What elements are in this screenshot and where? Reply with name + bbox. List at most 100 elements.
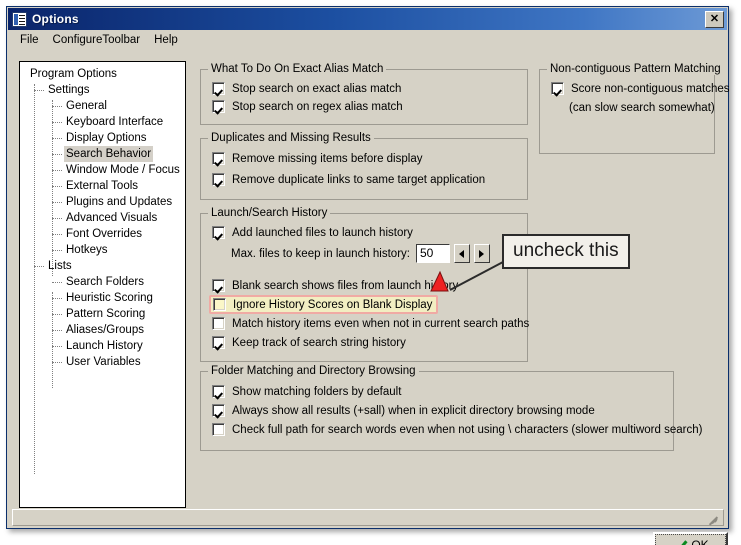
- tree-item-plugins-and-updates[interactable]: Plugins and Updates: [20, 194, 185, 210]
- tree-item-search-folders[interactable]: Search Folders: [20, 274, 185, 290]
- checkbox-icon[interactable]: [212, 82, 225, 95]
- tree-item-keyboard-interface[interactable]: Keyboard Interface: [20, 114, 185, 130]
- checkbox-label: Check full path for search words even wh…: [232, 423, 703, 436]
- tree-item-external-tools[interactable]: External Tools: [20, 178, 185, 194]
- tree-item-label: Pattern Scoring: [66, 308, 146, 320]
- checkbox-icon[interactable]: [213, 298, 226, 311]
- tree-item-settings[interactable]: Settings: [20, 82, 185, 98]
- checkbox-icon[interactable]: [212, 317, 225, 330]
- tree-item-pattern-scoring[interactable]: Pattern Scoring: [20, 306, 185, 322]
- checkbox-row-check-full-path[interactable]: Check full path for search words even wh…: [212, 423, 702, 436]
- checkbox-row-score-noncontiguous[interactable]: Score non-contiguous matches: [551, 82, 730, 95]
- tree-item-label: External Tools: [66, 180, 139, 192]
- checkbox-label: Show matching folders by default: [232, 385, 402, 398]
- tree-item-window-mode-focus[interactable]: Window Mode / Focus: [20, 162, 185, 178]
- checkbox-icon[interactable]: [212, 336, 225, 349]
- options-list-icon: [12, 11, 27, 27]
- checkbox-label: Score non-contiguous matches: [571, 82, 730, 95]
- annotation-callout: uncheck this: [502, 234, 630, 269]
- group-noncontiguous-pattern-matching: Non-contiguous Pattern Matching Score no…: [539, 63, 730, 154]
- triangle-left-glyph: [459, 249, 465, 258]
- tree-item-label: Aliases/Groups: [66, 324, 144, 336]
- checkbox-row-add-launched-files[interactable]: Add launched files to launch history: [212, 226, 413, 239]
- menu-item-help[interactable]: Help: [147, 32, 185, 48]
- title-bar: Options ✕: [8, 8, 727, 30]
- tree-item-label: Search Folders: [66, 276, 144, 288]
- group-title: Folder Matching and Directory Browsing: [208, 365, 419, 377]
- checkbox-label: Match history items even when not in cur…: [232, 317, 530, 330]
- group-title: Launch/Search History: [208, 207, 331, 219]
- checkbox-icon[interactable]: [212, 423, 225, 436]
- tree-item-label: Font Overrides: [66, 228, 143, 240]
- checkbox-row-blank-search-shows-files[interactable]: Blank search shows files from launch his…: [212, 279, 458, 292]
- dialog-client-area: Program Options Settings General Keyboar…: [8, 49, 730, 545]
- tree-item-hotkeys[interactable]: Hotkeys: [20, 242, 185, 258]
- noncontiguous-note: (can slow search somewhat): [569, 102, 715, 114]
- group-folder-matching: Folder Matching and Directory Browsing S…: [200, 365, 702, 451]
- screenshot-root: Options ✕ File ConfigureToolbar Help Pro…: [0, 0, 741, 545]
- window-title: Options: [32, 12, 79, 26]
- tree-item-label: Advanced Visuals: [66, 212, 158, 224]
- checkbox-row-remove-missing[interactable]: Remove missing items before display: [212, 152, 422, 165]
- group-title: Duplicates and Missing Results: [208, 132, 374, 144]
- triangle-left-icon[interactable]: [453, 244, 470, 263]
- checkbox-icon[interactable]: [212, 279, 225, 292]
- checkbox-icon[interactable]: [212, 404, 225, 417]
- triangle-right-icon[interactable]: [473, 244, 490, 263]
- ok-label-rest: K: [700, 537, 709, 545]
- checkbox-icon[interactable]: [212, 385, 225, 398]
- max-files-input[interactable]: 50: [415, 244, 450, 263]
- ok-accel-letter: O: [691, 537, 701, 545]
- menu-item-configuretoolbar[interactable]: ConfigureToolbar: [46, 32, 148, 48]
- checkbox-label: Blank search shows files from launch his…: [232, 279, 459, 292]
- checkbox-row-always-show-all-results[interactable]: Always show all results (+sall) when in …: [212, 404, 595, 417]
- checkbox-icon[interactable]: [212, 226, 225, 239]
- tree-item-user-variables[interactable]: User Variables: [20, 354, 185, 370]
- checkbox-icon[interactable]: [551, 82, 564, 95]
- green-check-icon: [672, 538, 686, 545]
- tree-item-advanced-visuals[interactable]: Advanced Visuals: [20, 210, 185, 226]
- tree-item-lists[interactable]: Lists: [20, 258, 185, 274]
- settings-tree[interactable]: Program Options Settings General Keyboar…: [19, 61, 186, 508]
- tree-item-label: Search Behavior: [64, 146, 154, 162]
- tree-item-program-options[interactable]: Program Options: [20, 66, 185, 82]
- tree-item-aliases-groups[interactable]: Aliases/Groups: [20, 322, 185, 338]
- tree-item-display-options[interactable]: Display Options: [20, 130, 185, 146]
- menu-bar: File ConfigureToolbar Help: [8, 30, 727, 49]
- checkbox-icon[interactable]: [212, 100, 225, 113]
- close-icon[interactable]: ✕: [705, 10, 724, 28]
- tree-item-label: Plugins and Updates: [66, 196, 173, 208]
- checkbox-row-keep-track-search-string[interactable]: Keep track of search string history: [212, 336, 406, 349]
- tree-item-label: Heuristic Scoring: [66, 292, 153, 304]
- tree-item-label: Display Options: [66, 132, 147, 144]
- checkbox-row-stop-regex-alias[interactable]: Stop search on regex alias match: [212, 100, 403, 113]
- group-duplicates-missing-results: Duplicates and Missing Results Remove mi…: [200, 132, 528, 200]
- checkbox-label: Remove missing items before display: [232, 152, 423, 165]
- checkbox-icon[interactable]: [212, 173, 225, 186]
- checkbox-label: Stop search on exact alias match: [232, 82, 402, 95]
- tree-item-launch-history[interactable]: Launch History: [20, 338, 185, 354]
- menu-item-file[interactable]: File: [13, 32, 46, 48]
- resize-grip-icon[interactable]: [707, 510, 721, 526]
- tree-item-search-behavior[interactable]: Search Behavior: [20, 146, 185, 162]
- tree-item-heuristic-scoring[interactable]: Heuristic Scoring: [20, 290, 185, 306]
- checkbox-row-match-history-items[interactable]: Match history items even when not in cur…: [212, 317, 529, 330]
- checkbox-row-ignore-history-scores[interactable]: Ignore History Scores on Blank Display: [209, 295, 439, 314]
- checkbox-row-remove-duplicates[interactable]: Remove duplicate links to same target ap…: [212, 173, 485, 186]
- group-launch-search-history: Launch/Search History Add launched files…: [200, 207, 529, 362]
- tree-item-general[interactable]: General: [20, 98, 185, 114]
- ok-button[interactable]: OK: [653, 532, 728, 545]
- tree-item-label: User Variables: [66, 356, 141, 368]
- tree-item-font-overrides[interactable]: Font Overrides: [20, 226, 185, 242]
- ok-button-label: OK: [691, 538, 708, 545]
- tree-item-label: Launch History: [66, 340, 143, 352]
- group-title: What To Do On Exact Alias Match: [208, 63, 387, 75]
- checkbox-row-stop-exact-alias[interactable]: Stop search on exact alias match: [212, 82, 401, 95]
- checkbox-label: Add launched files to launch history: [232, 226, 413, 239]
- checkbox-label: Remove duplicate links to same target ap…: [232, 173, 486, 186]
- checkbox-row-show-matching-folders[interactable]: Show matching folders by default: [212, 385, 401, 398]
- checkbox-label: Stop search on regex alias match: [232, 100, 403, 113]
- checkbox-icon[interactable]: [212, 152, 225, 165]
- checkbox-label: Keep track of search string history: [232, 336, 406, 349]
- tree-item-label: Settings: [48, 84, 90, 96]
